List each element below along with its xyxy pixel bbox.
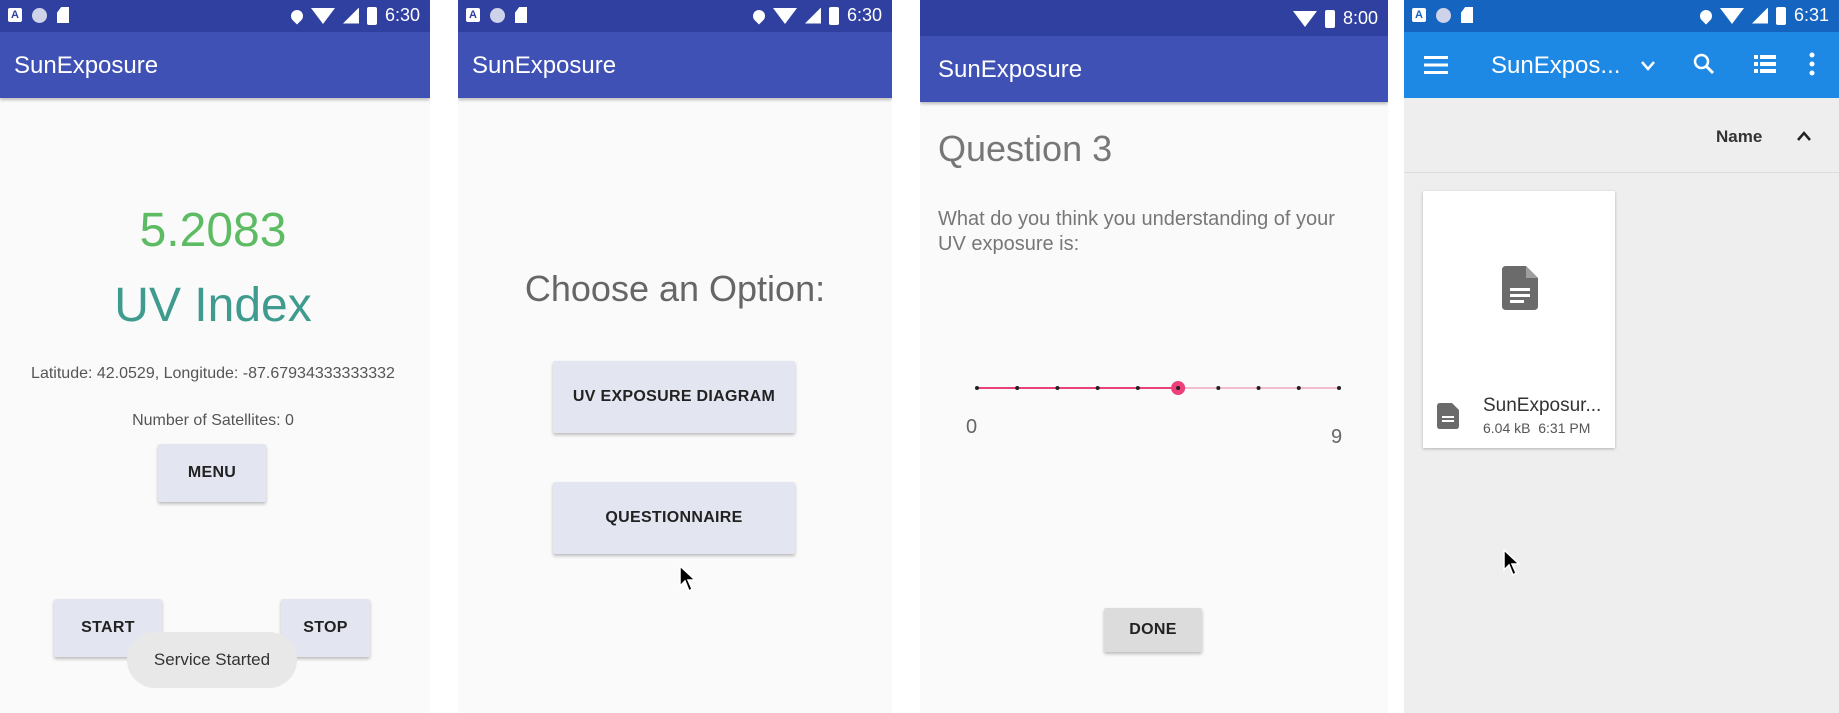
app-title: SunExposure	[938, 56, 1083, 83]
battery-icon	[366, 6, 377, 25]
mouse-cursor-icon	[1503, 548, 1521, 582]
slider-tick	[1095, 386, 1100, 390]
wifi-icon	[1292, 10, 1317, 27]
wifi-icon	[1719, 7, 1744, 24]
slider-min-label: 0	[966, 416, 978, 438]
document-icon	[1502, 266, 1538, 315]
notification-circle-icon	[1436, 7, 1451, 23]
status-time: 8:00	[1342, 8, 1378, 28]
signal-icon	[342, 7, 359, 24]
sd-card-icon	[515, 7, 527, 23]
rating-slider[interactable]	[971, 378, 1345, 398]
file-meta: 6.04 kB 6:31 PM	[1483, 420, 1591, 436]
app-bar: SunExpos...	[1404, 32, 1839, 98]
sd-card-icon	[1461, 7, 1473, 23]
options-heading: Choose an Option:	[524, 268, 826, 309]
signal-icon	[1751, 7, 1768, 24]
sd-card-icon	[57, 7, 69, 23]
satellites-text: Number of Satellites: 0	[132, 412, 294, 429]
uv-value: 5.2083	[139, 204, 287, 257]
app-bar: SunExposure	[920, 36, 1388, 102]
notification-circle-icon	[490, 7, 505, 23]
uv-exposure-diagram-button[interactable]: UV EXPOSURE DIAGRAM	[553, 361, 795, 433]
menu-button[interactable]: MENU	[158, 444, 266, 502]
slider-thumb-dot	[1176, 386, 1181, 390]
notification-a-icon: A	[1412, 8, 1426, 22]
done-button[interactable]: DONE	[1104, 608, 1202, 652]
screen-question: 8:00 SunExposure Question 3 What do you …	[920, 0, 1388, 713]
slider-track[interactable]	[971, 378, 1345, 398]
more-vert-icon[interactable]	[1809, 52, 1815, 81]
slider-tick	[1256, 386, 1261, 390]
app-bar: SunExposure	[0, 32, 430, 98]
location-text: Latitude: 42.0529, Longitude: -87.679343…	[31, 365, 395, 382]
sort-up-icon[interactable]	[1796, 129, 1812, 147]
uv-label: UV Index	[114, 279, 312, 332]
slider-tick	[1337, 386, 1341, 390]
file-type-icon	[1437, 403, 1459, 434]
wifi-icon	[772, 7, 797, 24]
status-bar: A 6:30	[0, 0, 430, 32]
sort-label[interactable]: Name	[1716, 127, 1762, 147]
app-bar: SunExposure	[458, 32, 892, 98]
location-icon	[1697, 7, 1715, 24]
app-title: SunExposure	[472, 52, 617, 79]
wifi-icon	[310, 7, 335, 24]
notification-a-icon: A	[466, 8, 480, 22]
battery-icon	[1775, 6, 1786, 25]
screen-main: A 6:30 SunExposure 5.2083 UV Index Latit…	[0, 0, 430, 713]
question-title: Question 3	[938, 128, 1113, 169]
status-bar: A 6:30	[458, 0, 892, 32]
list-view-icon[interactable]	[1754, 54, 1776, 79]
slider-tick	[1055, 386, 1060, 390]
search-icon[interactable]	[1692, 52, 1716, 81]
slider-tick	[975, 386, 979, 390]
file-name: SunExposur...	[1483, 395, 1602, 416]
menu-icon[interactable]	[1424, 56, 1448, 79]
battery-icon	[828, 6, 839, 25]
folder-title: SunExpos...	[1491, 52, 1621, 79]
status-bar: A 6:31	[1404, 0, 1839, 32]
question-text: What do you think you understanding of y…	[938, 208, 1335, 255]
questionnaire-button[interactable]: QUESTIONNAIRE	[553, 482, 795, 554]
app-title: SunExposure	[14, 52, 159, 79]
status-time: 6:30	[846, 5, 882, 25]
status-time: 6:30	[384, 5, 420, 25]
file-card[interactable]: SunExposur... 6.04 kB 6:31 PM	[1423, 191, 1615, 448]
sort-header[interactable]: Name	[1404, 98, 1839, 173]
status-bar: 8:00	[920, 0, 1388, 36]
mouse-cursor-icon	[679, 564, 697, 598]
signal-icon	[804, 7, 821, 24]
slider-max-label: 9	[1331, 426, 1343, 448]
status-time: 6:31	[1793, 5, 1829, 25]
slider-tick	[1135, 386, 1140, 390]
notification-circle-icon	[32, 7, 47, 23]
dropdown-icon[interactable]	[1640, 59, 1656, 77]
location-icon	[288, 7, 306, 24]
location-icon	[750, 7, 768, 24]
toast-message: Service Started	[127, 632, 297, 688]
screen-files: A 6:31 SunExpos... Name SunExposur... 6.…	[1404, 0, 1839, 713]
slider-tick	[1015, 386, 1020, 390]
slider-tick	[1216, 386, 1221, 390]
battery-icon	[1324, 9, 1335, 28]
notification-a-icon: A	[8, 8, 22, 22]
slider-tick	[1296, 386, 1301, 390]
screen-options: A 6:30 SunExposure Choose an Option: UV …	[458, 0, 892, 713]
